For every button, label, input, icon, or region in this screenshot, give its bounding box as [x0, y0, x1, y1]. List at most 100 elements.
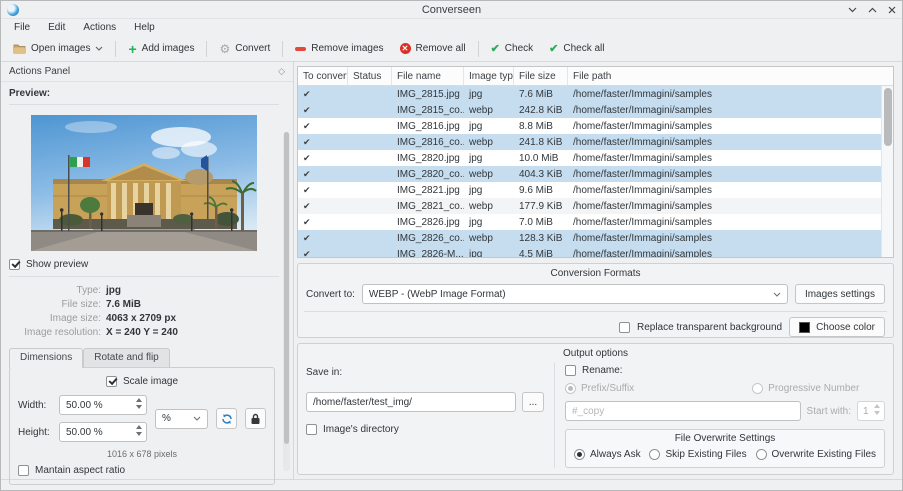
menu-help[interactable]: Help: [125, 20, 164, 35]
convert-button[interactable]: ⚙ Convert: [211, 39, 278, 58]
check-all-button[interactable]: ✔ Check all: [541, 38, 612, 59]
lock-icon: [250, 413, 261, 425]
spin-down-icon[interactable]: [136, 432, 142, 436]
window-title: Converseen: [421, 3, 482, 16]
maximize-icon[interactable]: [868, 7, 877, 13]
row-check-icon[interactable]: ✔: [303, 121, 311, 132]
row-check-icon[interactable]: ✔: [303, 249, 311, 258]
show-preview-checkbox[interactable]: [9, 259, 20, 270]
progressive-number-radio[interactable]: [752, 383, 764, 394]
cell-file-name: IMG_2816_co...: [397, 136, 464, 148]
progressive-number-label: Progressive Number: [768, 383, 860, 394]
add-images-label: Add images: [141, 43, 195, 54]
add-images-button[interactable]: + Add images: [120, 39, 202, 58]
replace-transparent-checkbox[interactable]: [618, 321, 630, 333]
images-settings-button[interactable]: Images settings: [794, 284, 885, 304]
unit-dropdown[interactable]: %: [155, 408, 209, 429]
header-file-size[interactable]: File size: [514, 67, 568, 85]
remove-all-button[interactable]: ✕ Remove all: [392, 39, 474, 58]
spin-up-icon[interactable]: [136, 398, 142, 402]
menu-file[interactable]: File: [5, 20, 39, 35]
table-row[interactable]: ✔ IMG_2826.jpg jpg 7.0 MiB /home/faster/…: [298, 214, 881, 230]
header-status[interactable]: Status: [348, 67, 392, 85]
table-row[interactable]: ✔ IMG_2816_co... webp 241.8 KiB /home/fa…: [298, 134, 881, 150]
table-row[interactable]: ✔ IMG_2826_co... webp 128.3 KiB /home/fa…: [298, 230, 881, 246]
table-row[interactable]: ✔ IMG_2815.jpg jpg 7.6 MiB /home/faster/…: [298, 86, 881, 102]
minimize-icon[interactable]: [848, 7, 857, 13]
toolbar-separator: [115, 40, 117, 57]
format-dropdown[interactable]: WEBP - (WebP Image Format): [361, 284, 788, 304]
cell-status: [348, 230, 392, 246]
spin-down-icon[interactable]: [874, 411, 880, 415]
save-path-input[interactable]: [306, 392, 516, 412]
table-row[interactable]: ✔ IMG_2815_co... webp 242.8 KiB /home/fa…: [298, 102, 881, 118]
images-directory-checkbox[interactable]: [306, 424, 317, 435]
header-to-convert[interactable]: To convert: [298, 67, 348, 85]
row-check-icon[interactable]: ✔: [303, 185, 311, 196]
cell-status: [348, 134, 392, 150]
rename-pattern-input[interactable]: [565, 401, 801, 421]
height-spinbox[interactable]: 50.00 %: [59, 422, 147, 442]
type-label: Type:: [76, 285, 101, 296]
table-row[interactable]: ✔ IMG_2826-M... jpg 4.5 MiB /home/faster…: [298, 246, 881, 258]
row-check-icon[interactable]: ✔: [303, 217, 311, 228]
row-check-icon[interactable]: ✔: [303, 105, 311, 116]
spin-up-icon[interactable]: [136, 425, 142, 429]
sync-dimensions-button[interactable]: [216, 408, 238, 429]
maintain-aspect-checkbox[interactable]: [18, 465, 29, 476]
table-row[interactable]: ✔ IMG_2821.jpg jpg 9.6 MiB /home/faster/…: [298, 182, 881, 198]
maintain-aspect-label: Mantain aspect ratio: [35, 465, 126, 476]
format-value: WEBP - (WebP Image Format): [368, 288, 506, 300]
images-directory-label: Image's directory: [323, 424, 399, 435]
preview-image: [31, 115, 257, 251]
spin-up-icon[interactable]: [874, 404, 880, 408]
rename-checkbox[interactable]: [565, 365, 576, 376]
left-panel-scrollbar[interactable]: [283, 132, 290, 471]
check-button[interactable]: ✔ Check: [483, 38, 542, 59]
table-row[interactable]: ✔ IMG_2820.jpg jpg 10.0 MiB /home/faster…: [298, 150, 881, 166]
images-settings-label: Images settings: [804, 288, 875, 300]
table-row[interactable]: ✔ IMG_2820_co... webp 404.3 KiB /home/fa…: [298, 166, 881, 182]
table-row[interactable]: ✔ IMG_2816.jpg jpg 8.8 MiB /home/faster/…: [298, 118, 881, 134]
row-check-icon[interactable]: ✔: [303, 89, 311, 100]
width-spinbox[interactable]: 50.00 %: [59, 395, 147, 415]
tab-dimensions[interactable]: Dimensions: [9, 348, 84, 368]
table-scrollbar[interactable]: [881, 86, 893, 257]
spin-down-icon[interactable]: [136, 405, 142, 409]
row-check-icon[interactable]: ✔: [303, 201, 311, 212]
start-with-spinbox[interactable]: 1: [857, 401, 885, 421]
row-check-icon[interactable]: ✔: [303, 137, 311, 148]
lock-aspect-button[interactable]: [245, 408, 266, 429]
skip-existing-radio[interactable]: [649, 449, 661, 460]
height-value: 50.00 %: [66, 426, 103, 438]
menu-edit[interactable]: Edit: [39, 20, 74, 35]
always-ask-radio[interactable]: [574, 449, 585, 460]
float-panel-icon[interactable]: ◇: [278, 66, 285, 77]
row-check-icon[interactable]: ✔: [303, 233, 311, 244]
header-image-type[interactable]: Image type: [464, 67, 514, 85]
tab-rotate-flip[interactable]: Rotate and flip: [83, 348, 170, 367]
scale-image-checkbox[interactable]: [105, 376, 117, 387]
row-check-icon[interactable]: ✔: [303, 153, 311, 164]
close-icon[interactable]: [888, 6, 896, 14]
cell-image-type: webp: [469, 136, 493, 148]
table-row[interactable]: ✔ IMG_2821_co... webp 177.9 KiB /home/fa…: [298, 198, 881, 214]
cell-status: [348, 86, 392, 102]
check-all-label: Check all: [563, 43, 605, 54]
cell-file-path: /home/faster/Immagini/samples: [573, 136, 712, 148]
chevron-down-icon[interactable]: [95, 46, 103, 51]
overwrite-existing-radio[interactable]: [755, 449, 767, 460]
header-file-path[interactable]: File path: [568, 67, 893, 85]
menu-actions[interactable]: Actions: [74, 20, 125, 35]
row-check-icon[interactable]: ✔: [303, 169, 311, 180]
header-file-name[interactable]: File name: [392, 67, 464, 85]
type-value: jpg: [106, 285, 121, 296]
show-preview-label: Show preview: [26, 259, 89, 270]
browse-button[interactable]: ...: [522, 392, 544, 412]
remove-images-button[interactable]: Remove images: [287, 39, 391, 58]
titlebar[interactable]: Converseen: [1, 1, 902, 19]
choose-color-button[interactable]: Choose color: [789, 317, 885, 337]
prefix-suffix-radio[interactable]: [565, 383, 576, 394]
conversion-formats-title: Conversion Formats: [550, 268, 641, 279]
open-images-button[interactable]: Open images: [5, 39, 111, 58]
